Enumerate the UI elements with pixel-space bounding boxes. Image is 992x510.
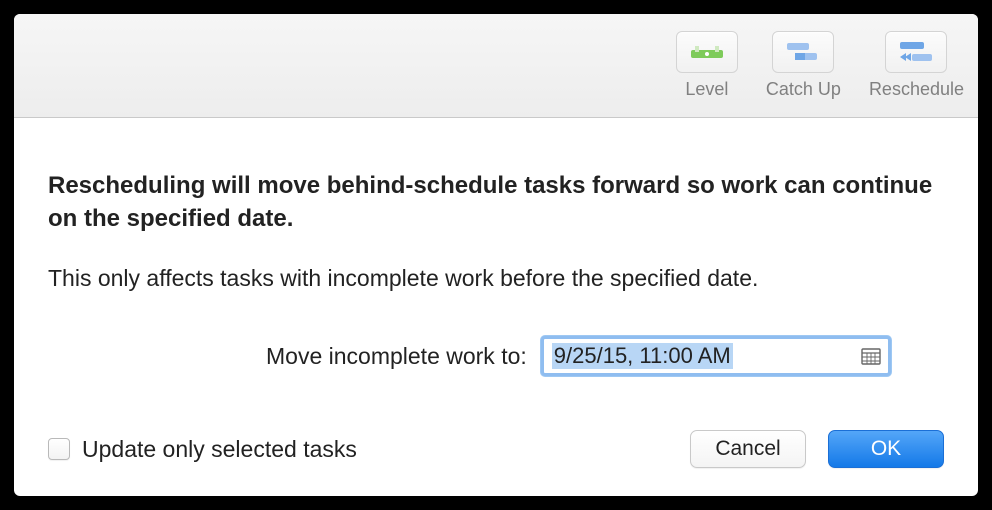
catchup-icon <box>772 31 834 73</box>
toolbar-level-button[interactable]: Level <box>676 31 738 100</box>
toolbar-reschedule-label: Reschedule <box>869 79 964 100</box>
date-row: Move incomplete work to: 9/25/15, 11:00 … <box>48 336 944 376</box>
ok-button-label: OK <box>871 437 901 461</box>
cancel-button[interactable]: Cancel <box>690 430 806 468</box>
update-selected-checkbox[interactable] <box>48 438 70 460</box>
dialog-subtext: This only affects tasks with incomplete … <box>48 265 944 292</box>
date-value[interactable]: 9/25/15, 11:00 AM <box>552 343 733 369</box>
update-selected-label: Update only selected tasks <box>82 436 357 463</box>
date-label: Move incomplete work to: <box>266 343 527 370</box>
cancel-button-label: Cancel <box>715 437 780 461</box>
toolbar-catchup-button[interactable]: Catch Up <box>766 31 841 100</box>
level-icon <box>676 31 738 73</box>
toolbar-catchup-label: Catch Up <box>766 79 841 100</box>
dialog-heading: Rescheduling will move behind-schedule t… <box>48 170 944 235</box>
reschedule-icon <box>885 31 947 73</box>
toolbar-level-label: Level <box>685 79 728 100</box>
toolbar-reschedule-button[interactable]: Reschedule <box>869 31 964 100</box>
ok-button[interactable]: OK <box>828 430 944 468</box>
toolbar: Level Catch Up Reschedule <box>14 14 978 118</box>
date-input[interactable]: 9/25/15, 11:00 AM <box>541 336 891 376</box>
dialog-content: Rescheduling will move behind-schedule t… <box>14 118 978 496</box>
dialog-buttons: Cancel OK <box>690 430 944 468</box>
update-selected-checkbox-wrap[interactable]: Update only selected tasks <box>48 436 357 463</box>
reschedule-dialog-window: Level Catch Up Reschedule <box>14 14 978 496</box>
bottom-row: Update only selected tasks Cancel OK <box>48 430 944 468</box>
calendar-icon[interactable] <box>860 346 882 366</box>
